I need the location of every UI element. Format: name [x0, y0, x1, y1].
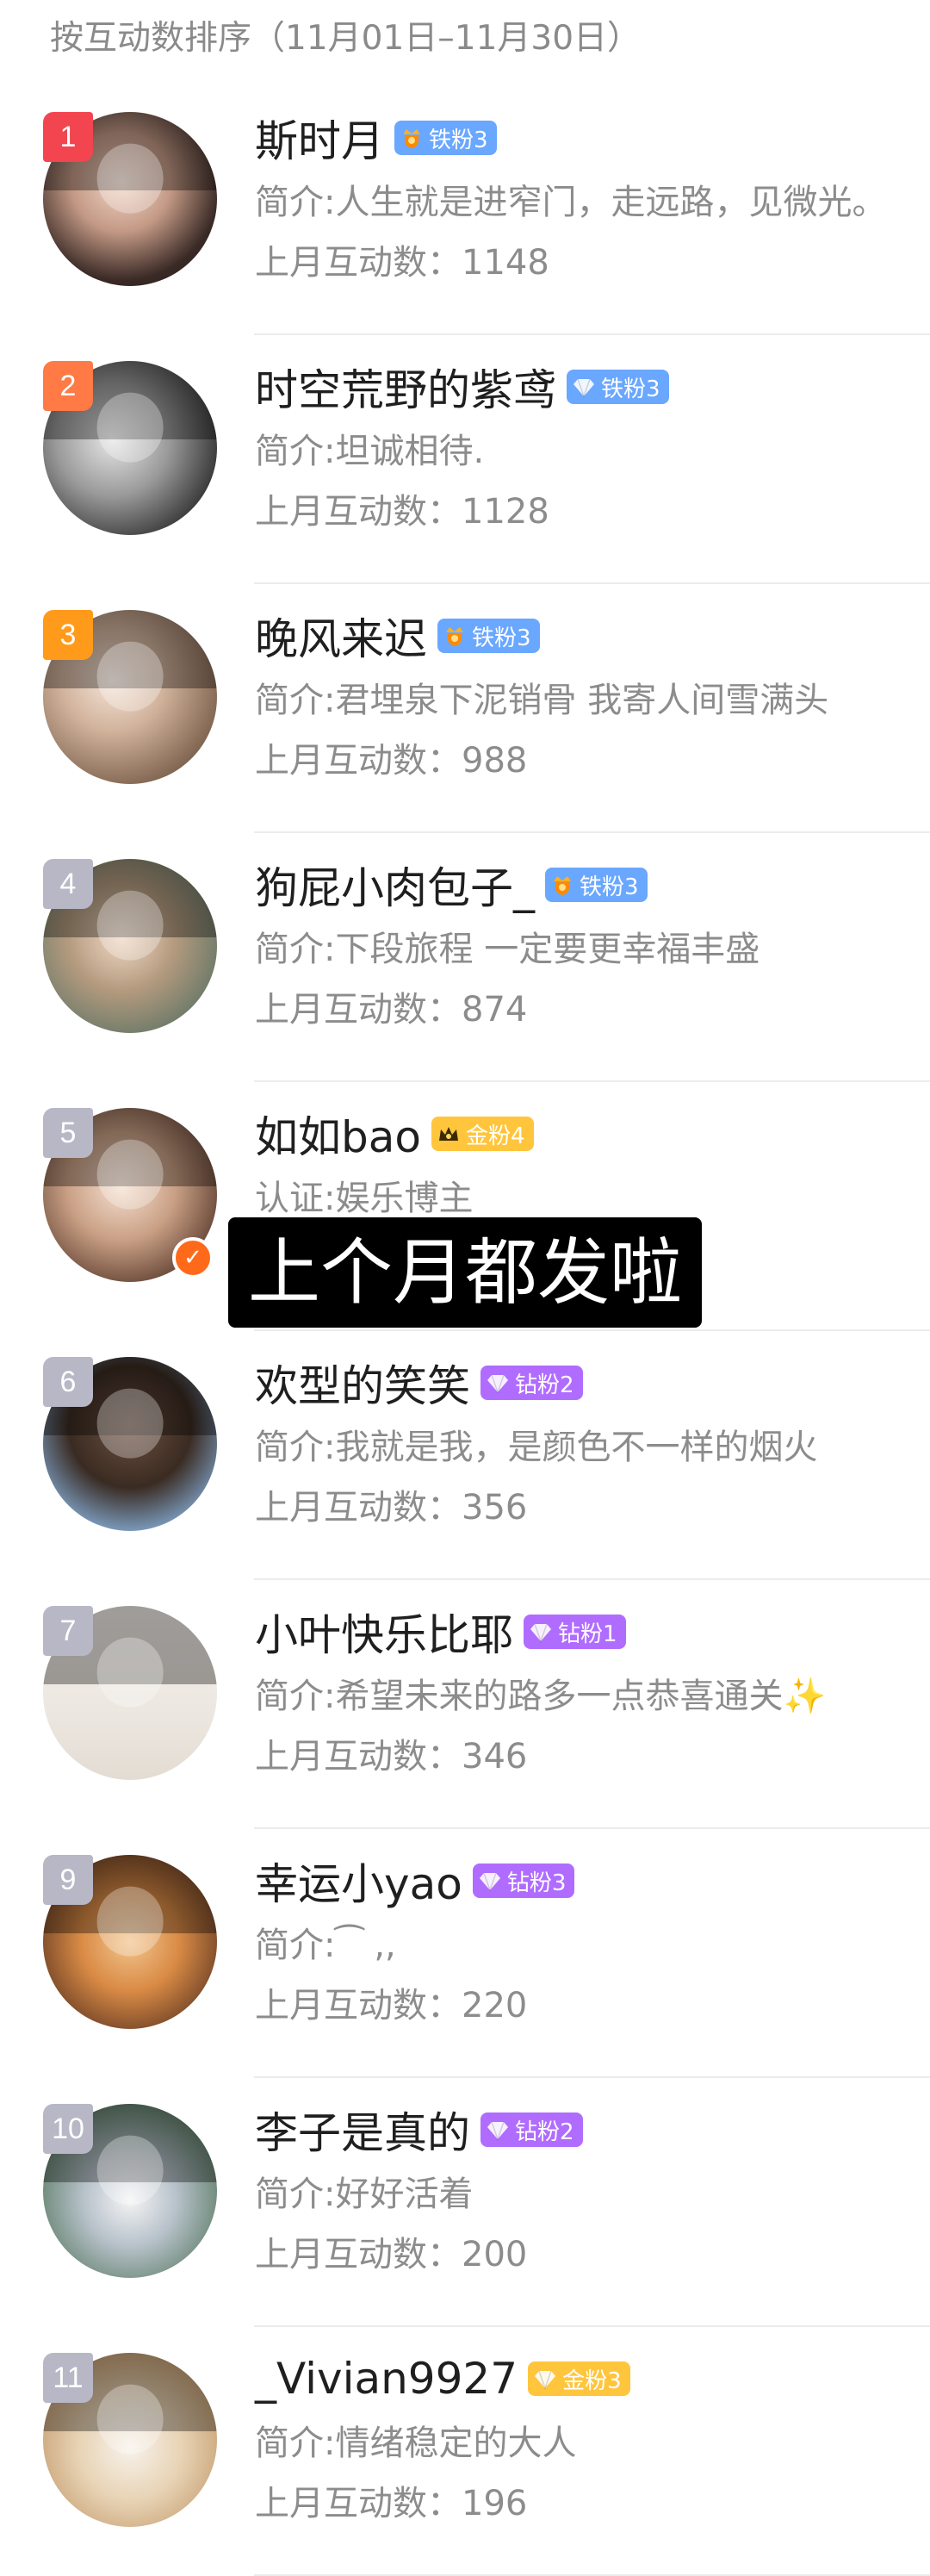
- fan-level-label: 金粉4: [465, 1123, 525, 1149]
- list-item[interactable]: 1 斯时月 铁粉3 简介:人生就是进窄门，走远路，见微光。 上月互动数：1148: [0, 86, 930, 335]
- name-line: 幸运小yao 钻粉3: [255, 1850, 575, 1912]
- list-item[interactable]: 9 幸运小yao 钻粉3 简介:⁀ ,, 上月互动数：220: [0, 1829, 930, 2078]
- user-intro: 简介:人生就是进窄门，走远路，见微光。: [255, 183, 887, 222]
- interaction-count: 上月互动数：346: [255, 1737, 528, 1776]
- fan-level-label: 铁粉3: [601, 376, 660, 402]
- name-line: 狗屁小肉包子_ 铁粉3: [255, 855, 648, 915]
- name-line: 晚风来迟 铁粉3: [255, 606, 540, 666]
- list-item[interactable]: 10 李子是真的 钻粉2 简介:好好活着上月互动数：200: [0, 2078, 930, 2327]
- diamond-icon: [533, 2367, 557, 2391]
- user-intro: 简介:君埋泉下泥销骨 我寄人间雪满头: [255, 681, 829, 720]
- fan-level-badge: 铁粉3: [567, 370, 669, 404]
- rank-badge: 5: [43, 1108, 93, 1158]
- user-intro: 简介:情绪稳定的大人: [255, 2424, 577, 2463]
- user-intro: 简介:下段旅程 一定要更幸福丰盛: [255, 930, 760, 969]
- crown-shield-icon: [400, 126, 424, 150]
- interaction-count: 上月互动数：874: [255, 990, 528, 1030]
- diamond-icon: [486, 2118, 510, 2142]
- user-name[interactable]: 狗屁小肉包子_: [255, 854, 535, 916]
- rank-badge: 4: [43, 859, 93, 909]
- user-name[interactable]: 斯时月: [255, 107, 384, 169]
- fan-level-badge: 铁粉3: [437, 619, 540, 653]
- rank-badge: 9: [43, 1855, 93, 1905]
- user-intro: 简介:⁀ ,,: [255, 1926, 396, 1965]
- fan-level-badge: 金粉3: [528, 2361, 630, 2396]
- list-item[interactable]: 7 小叶快乐比耶 钻粉1 简介:希望未来的路多一点恭喜通关✨ 上月互动数：346: [0, 1580, 930, 1829]
- user-intro: 简介:好好活着: [255, 2175, 474, 2214]
- fan-level-label: 铁粉3: [429, 127, 488, 153]
- user-name[interactable]: 李子是真的: [255, 2099, 470, 2161]
- interaction-count: 上月互动数：220: [255, 1986, 528, 2025]
- rank-badge: 11: [43, 2353, 93, 2403]
- fan-level-badge: 钻粉3: [472, 1864, 575, 1898]
- interaction-count: 上月互动数：988: [255, 741, 528, 781]
- rank-badge: 7: [43, 1606, 93, 1656]
- name-line: _Vivian9927 金粉3: [255, 2349, 630, 2409]
- interaction-count: 上月互动数：1128: [255, 492, 549, 532]
- video-caption: 上个月都发啦: [228, 1217, 702, 1328]
- fan-level-label: 钻粉3: [506, 1870, 567, 1896]
- fan-level-badge: 金粉4: [431, 1117, 534, 1151]
- user-name[interactable]: _Vivian9927: [255, 2354, 518, 2404]
- fan-level-label: 钻粉2: [515, 2119, 574, 2145]
- user-name[interactable]: 小叶快乐比耶: [255, 1601, 513, 1663]
- name-line: 小叶快乐比耶 钻粉1: [255, 1602, 626, 1662]
- interaction-count: 上月互动数：1148: [255, 243, 549, 283]
- fan-level-badge: 钻粉2: [480, 1366, 583, 1400]
- fan-level-label: 金粉3: [562, 2368, 622, 2394]
- user-name[interactable]: 如如bao: [255, 1103, 421, 1165]
- interaction-count: 上月互动数：196: [255, 2484, 528, 2523]
- fan-level-badge: 钻粉1: [524, 1615, 626, 1649]
- rank-badge: 1: [43, 112, 93, 162]
- rank-badge: 6: [43, 1357, 93, 1407]
- diamond-icon: [478, 1869, 502, 1893]
- fan-level-badge: 钻粉2: [480, 2112, 583, 2147]
- user-name[interactable]: 幸运小yao: [255, 1850, 462, 1912]
- rank-badge: 3: [43, 610, 93, 660]
- name-line: 如如bao 金粉4: [255, 1104, 534, 1164]
- diamond-icon: [486, 1371, 510, 1395]
- user-name[interactable]: 欢型的笑笑: [255, 1352, 470, 1414]
- user-intro: 简介:希望未来的路多一点恭喜通关✨: [255, 1677, 827, 1716]
- name-line: 欢型的笑笑 钻粉2: [255, 1353, 583, 1413]
- sort-header: 按互动数排序（11月01日–11月30日）: [50, 19, 642, 58]
- crown-shield-icon: [443, 624, 467, 648]
- user-name[interactable]: 时空荒野的紫鸢: [255, 356, 556, 418]
- user-intro: 认证:娱乐博主: [255, 1179, 474, 1218]
- name-line: 斯时月 铁粉3: [255, 108, 497, 168]
- crown-shield-icon: [550, 873, 574, 897]
- user-intro: 简介:坦诚相待.: [255, 432, 485, 471]
- crown-icon: [437, 1122, 461, 1146]
- fan-level-badge: 铁粉3: [394, 121, 497, 155]
- user-intro: 简介:我就是我，是颜色不一样的烟火: [255, 1428, 818, 1467]
- interaction-count: 上月互动数：356: [255, 1488, 528, 1528]
- list-item[interactable]: 3 晚风来迟 铁粉3 简介:君埋泉下泥销骨 我寄人间雪满头 上月互动数：988: [0, 584, 930, 833]
- interaction-count: 上月互动数：200: [255, 2235, 528, 2274]
- list-item[interactable]: 2 时空荒野的紫鸢 铁粉3 简介:坦诚相待. 上月互动数：1128: [0, 335, 930, 584]
- name-line: 李子是真的 钻粉2: [255, 2100, 583, 2160]
- fan-level-label: 钻粉2: [515, 1372, 574, 1398]
- list-item[interactable]: 6 欢型的笑笑 钻粉2 简介:我就是我，是颜色不一样的烟火 上月互动数：356: [0, 1331, 930, 1580]
- user-name[interactable]: 晚风来迟: [255, 605, 427, 667]
- rank-badge: 10: [43, 2104, 93, 2154]
- rank-badge: 2: [43, 361, 93, 411]
- fan-level-label: 铁粉3: [580, 874, 639, 900]
- fan-level-badge: 铁粉3: [545, 868, 648, 902]
- diamond-icon: [529, 1620, 553, 1644]
- list-item[interactable]: 11 _Vivian9927 金粉3 简介:情绪稳定的大人 上月互动数：196: [0, 2327, 930, 2576]
- diamond-icon: [572, 375, 596, 399]
- fan-level-label: 铁粉3: [472, 625, 531, 651]
- verified-check-icon: ✓: [172, 1237, 214, 1279]
- fan-level-label: 钻粉1: [558, 1621, 617, 1647]
- name-line: 时空荒野的紫鸢 铁粉3: [255, 357, 669, 417]
- list-item[interactable]: 4 狗屁小肉包子_ 铁粉3 简介:下段旅程 一定要更幸福丰盛 上月互动数：874: [0, 833, 930, 1082]
